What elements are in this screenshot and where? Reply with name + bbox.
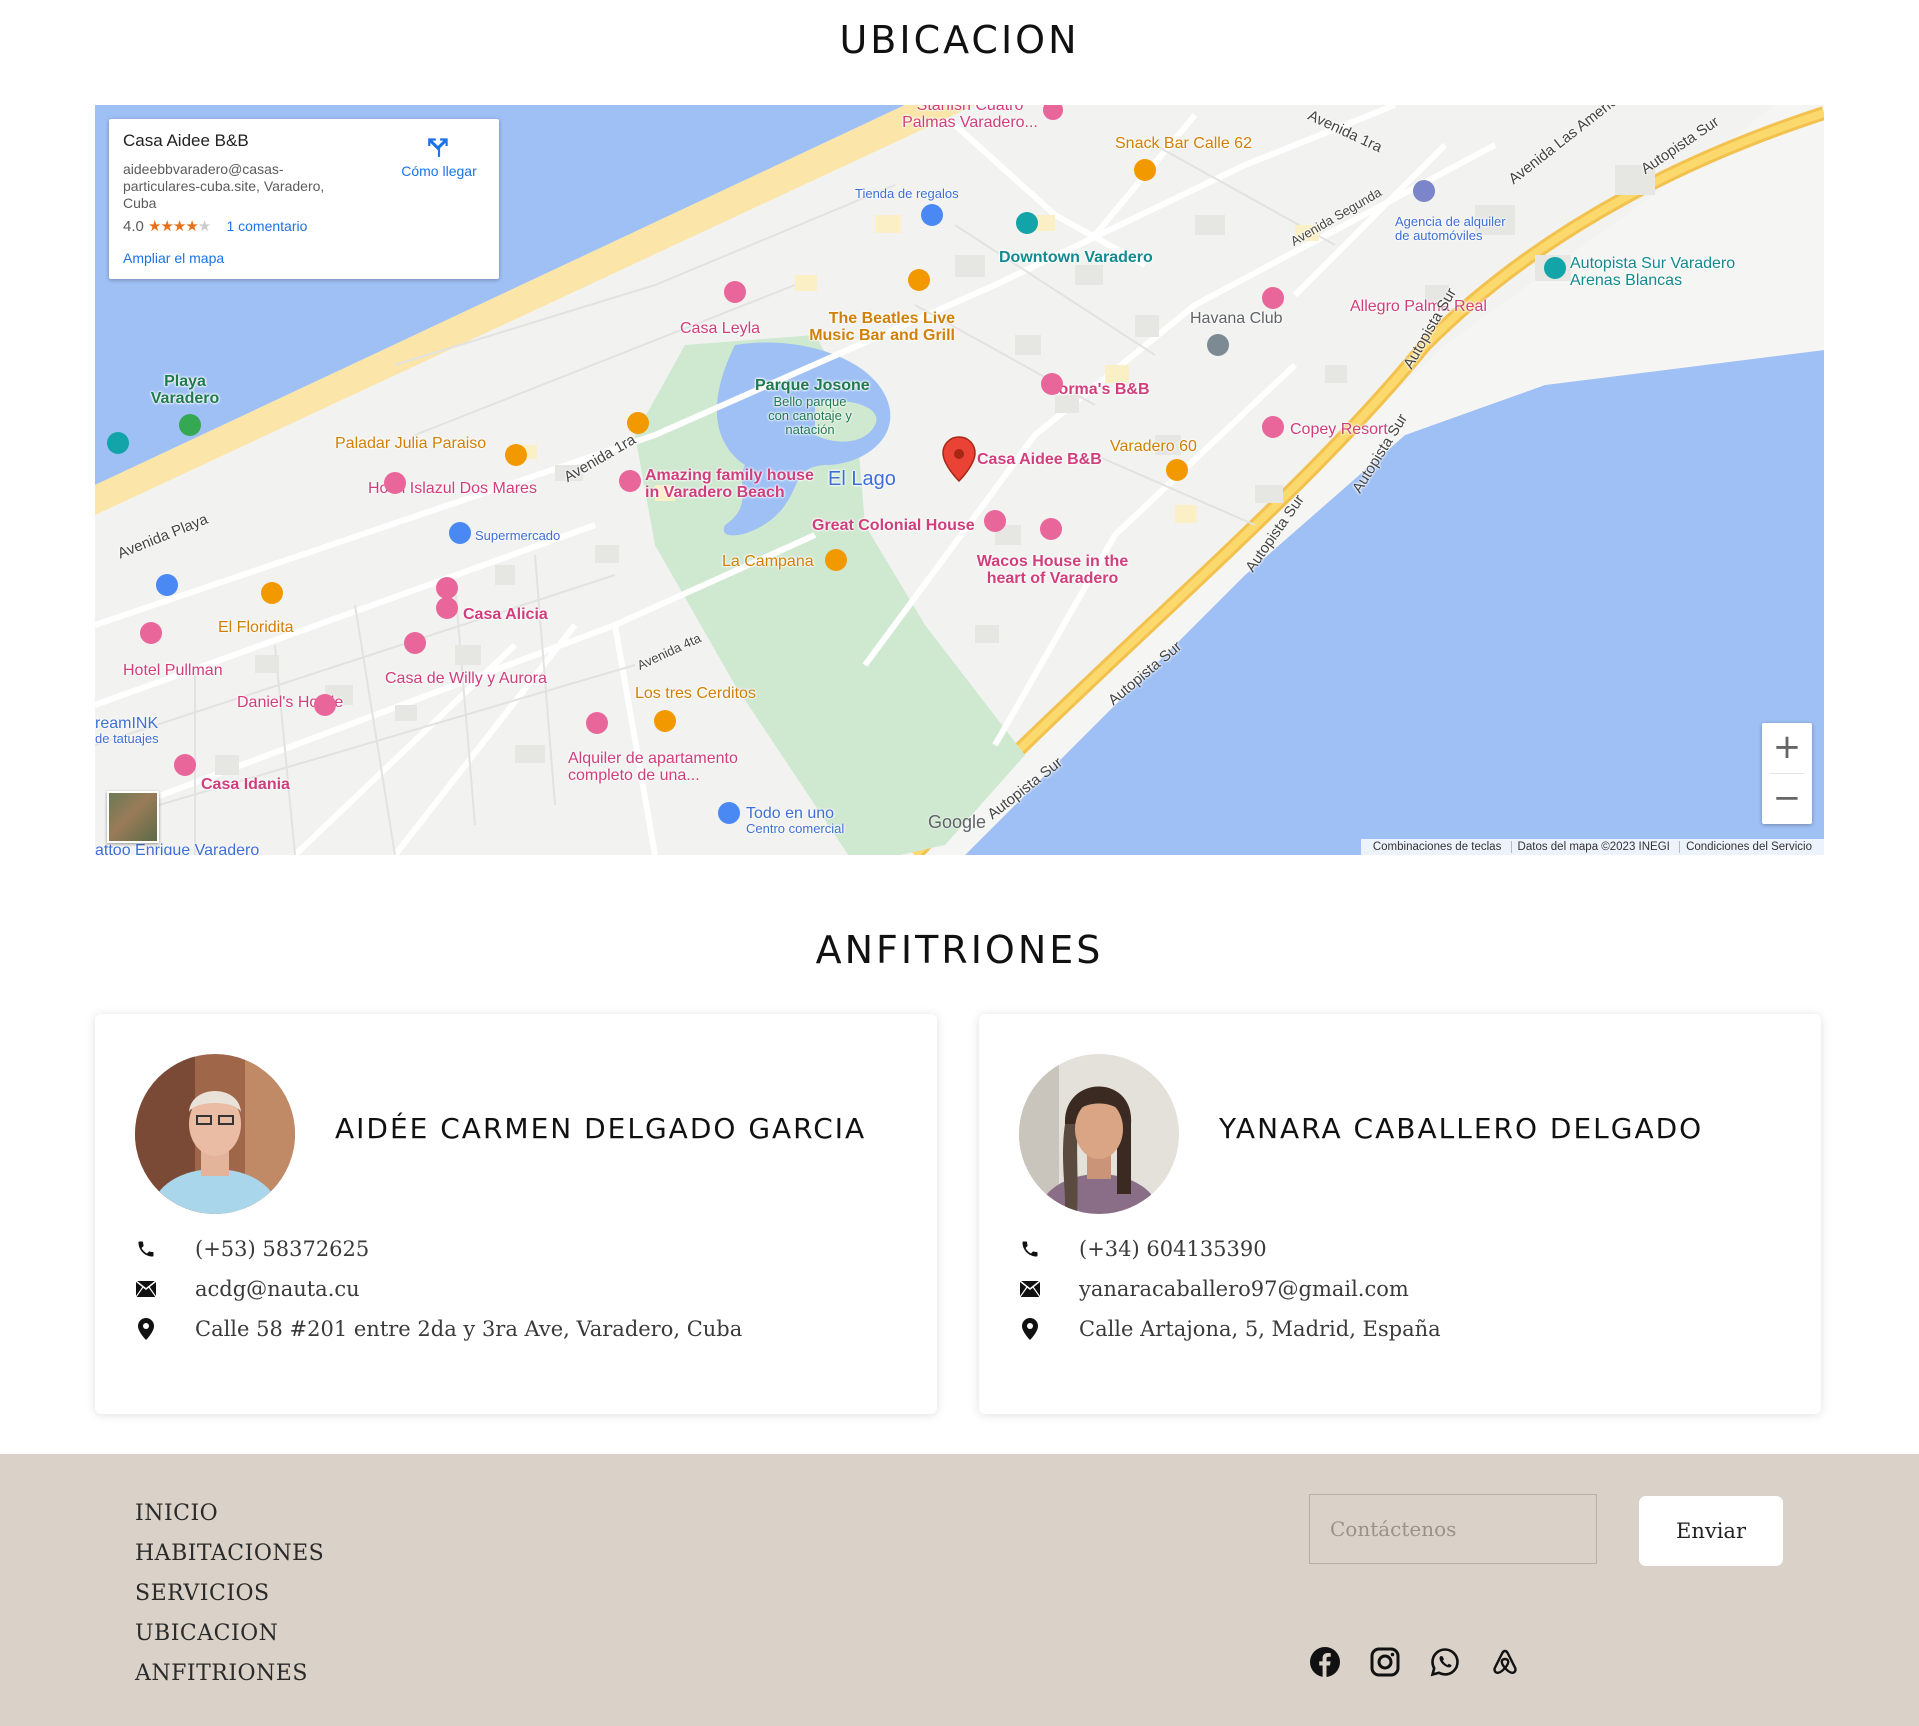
poi-supermercado[interactable]: Supermercado [475,529,560,543]
poi-el-floridita[interactable]: El Floridita [218,619,294,636]
envelope-icon [1019,1278,1041,1300]
host-card: YANARA CABALLERO DELGADO (+34) 604135390… [979,1014,1821,1414]
zoom-controls: + − [1762,723,1812,824]
poi-snack-bar[interactable]: Snack Bar Calle 62 [1115,135,1252,152]
directions-button[interactable]: Cómo llegar [394,133,484,179]
poi-alquiler[interactable]: Alquiler de apartamento completo de una.… [568,750,768,784]
poi-autopista-arenas[interactable]: Autopista Sur Varadero Arenas Blancas [1570,255,1770,289]
envelope-icon [135,1278,157,1300]
host-name: YANARA CABALLERO DELGADO [1219,1112,1704,1145]
reviews-link[interactable]: 1 comentario [226,218,307,234]
poi-hotel-islazul[interactable]: Hotel Islazul Dos Mares [368,480,537,497]
footer-link-inicio[interactable]: INICIO [135,1494,324,1534]
poi-tienda[interactable]: Tienda de regalos [855,187,959,201]
whatsapp-icon[interactable] [1429,1646,1461,1678]
poi-hotel-pullman[interactable]: Hotel Pullman [123,662,223,679]
phone-icon [135,1238,157,1260]
location-title: UBICACION [839,18,1080,62]
satellite-toggle-button[interactable] [107,791,159,843]
poi-paladar[interactable]: Paladar Julia Paraiso [335,435,486,452]
poi-allegro[interactable]: Allegro Palma Real [1350,298,1487,315]
zoom-in-button[interactable]: + [1762,723,1812,773]
poi-la-campana[interactable]: La Campana [722,553,814,570]
embedded-map[interactable]: Casa Aidee B&B aideebbvaradero@casas-par… [95,105,1824,855]
google-logo: Google [928,812,987,832]
instagram-icon[interactable] [1369,1646,1401,1678]
host-email-row: acdg@nauta.cu [135,1274,360,1304]
poi-wacos[interactable]: Wacos House in the heart of Varadero [965,553,1140,587]
host-address-row: Calle Artajona, 5, Madrid, España [1019,1314,1441,1344]
airbnb-icon[interactable] [1489,1646,1521,1678]
place-address: aideebbvaradero@casas-particulares-cuba.… [123,161,325,211]
footer-link-anfitriones[interactable]: ANFITRIONES [135,1654,324,1694]
map-data-text: Datos del mapa ©2023 INEGI [1510,841,1676,853]
poi-normas[interactable]: Norma's B&B [1047,381,1150,398]
poi-starfish[interactable]: Starfish Cuatro Palmas Varadero... [895,105,1045,131]
keyboard-shortcuts-link[interactable]: Combinaciones de teclas [1367,841,1508,853]
poi-casa-willy[interactable]: Casa de Willy y Aurora [385,670,547,687]
avatar [135,1054,295,1214]
map-attribution: Combinaciones de teclas Datos del mapa ©… [1360,839,1824,855]
poi-amazing[interactable]: Amazing family house in Varadero Beach [645,467,825,501]
poi-casa-alicia[interactable]: Casa Alicia [463,606,548,623]
host-phone[interactable]: (+34) 604135390 [1079,1237,1267,1261]
directions-label: Cómo llegar [401,163,477,179]
poi-los-tres[interactable]: Los tres Cerditos [635,685,756,702]
rating-value: 4.0 [123,218,144,235]
facebook-icon[interactable] [1309,1646,1341,1678]
footer-link-ubicacion[interactable]: UBICACION [135,1614,324,1654]
social-links [1309,1646,1521,1678]
footer-nav: INICIO HABITACIONES SERVICIOS UBICACION … [135,1494,324,1694]
poi-casa-aidee[interactable]: Casa Aidee B&B [977,451,1102,468]
poi-enrique[interactable]: attoo Enrique Varadero [95,842,259,855]
enlarge-map-link[interactable]: Ampliar el mapa [123,250,224,266]
zoom-out-button[interactable]: − [1762,774,1812,824]
footer: INICIO HABITACIONES SERVICIOS UBICACION … [0,1454,1919,1726]
hosts-title: ANFITRIONES [815,928,1104,972]
poi-parque-josone[interactable]: Parque Josone [755,377,870,394]
host-address: Calle Artajona, 5, Madrid, España [1079,1317,1441,1341]
location-pin-icon [1019,1318,1041,1340]
terms-link[interactable]: Condiciones del Servicio [1679,841,1818,853]
poi-beatles[interactable]: The Beatles Live Music Bar and Grill [795,310,955,344]
rating-stars-icon: ★★★★★ [148,218,211,235]
poi-copey[interactable]: Copey Resort [1290,421,1388,438]
poi-great-colonial[interactable]: Great Colonial House [812,517,975,534]
poi-centro-comercial: Centro comercial [746,821,845,836]
footer-link-habitaciones[interactable]: HABITACIONES [135,1534,324,1574]
location-pin-icon [135,1318,157,1340]
send-button[interactable]: Enviar [1639,1496,1783,1566]
poi-casa-leyla[interactable]: Casa Leyla [680,320,760,337]
poi-daniels[interactable]: Daniel's Hostle [237,694,343,711]
poi-havana-club[interactable]: Havana Club [1190,310,1283,327]
poi-el-lago[interactable]: El Lago [828,469,896,489]
poi-varadero-60[interactable]: Varadero 60 [1110,438,1197,455]
host-phone[interactable]: (+53) 58372625 [195,1237,369,1261]
poi-downtown[interactable]: Downtown Varadero [999,249,1153,266]
poi-playa-varadero[interactable]: Playa Varadero [135,373,235,407]
poi-todo-en-uno[interactable]: Todo en uno [746,805,834,822]
host-email-row: yanaracaballero97@gmail.com [1019,1274,1409,1304]
place-rating: 4.0 ★★★★★ 1 comentario [123,217,307,235]
contact-input[interactable] [1309,1494,1597,1564]
map-info-card: Casa Aidee B&B aideebbvaradero@casas-par… [109,119,499,279]
host-email[interactable]: yanaracaballero97@gmail.com [1079,1277,1409,1301]
poi-tatuajes: de tatuajes [95,731,159,746]
avatar [1019,1054,1179,1214]
poi-agencia[interactable]: Agencia de alquiler de automóviles [1395,215,1515,243]
host-address: Calle 58 #201 entre 2da y 3ra Ave, Varad… [195,1317,743,1341]
host-phone-row: (+34) 604135390 [1019,1234,1267,1264]
host-name: AIDÉE CARMEN DELGADO GARCIA [335,1112,867,1145]
place-name: Casa Aidee B&B [123,131,249,150]
host-email[interactable]: acdg@nauta.cu [195,1277,360,1301]
host-address-row: Calle 58 #201 entre 2da y 3ra Ave, Varad… [135,1314,742,1344]
host-phone-row: (+53) 58372625 [135,1234,369,1264]
directions-icon [428,138,448,157]
poi-reamink[interactable]: reamINK [95,715,158,732]
phone-icon [1019,1238,1041,1260]
poi-casa-idania[interactable]: Casa Idania [201,776,290,793]
poi-parque-desc: Bello parque con canotaje y natación [768,394,852,437]
host-card: AIDÉE CARMEN DELGADO GARCIA (+53) 583726… [95,1014,937,1414]
footer-link-servicios[interactable]: SERVICIOS [135,1574,324,1614]
